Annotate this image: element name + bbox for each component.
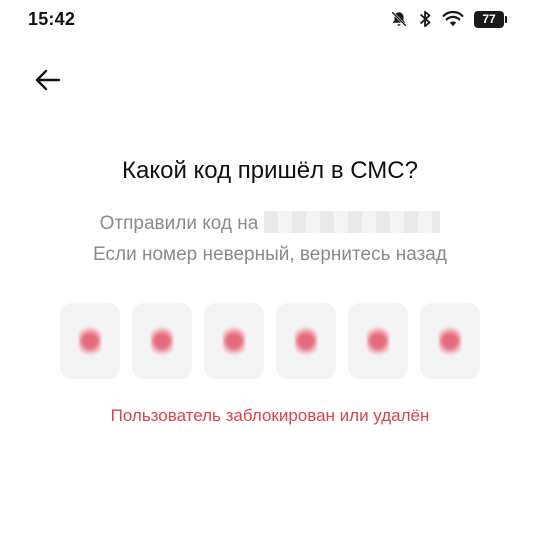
code-digit-masked bbox=[151, 326, 173, 356]
wifi-icon bbox=[442, 10, 464, 28]
status-icons: 77 bbox=[390, 9, 507, 29]
code-input-box[interactable] bbox=[276, 303, 336, 379]
arrow-left-icon bbox=[35, 69, 61, 96]
code-digit-masked bbox=[295, 326, 317, 356]
status-time: 15:42 bbox=[28, 9, 76, 29]
bluetooth-icon bbox=[418, 10, 432, 28]
status-bar: 15:42 77 bbox=[0, 0, 540, 40]
error-message: Пользователь заблокирован или удалён bbox=[110, 406, 430, 425]
back-button[interactable] bbox=[30, 66, 66, 98]
masked-phone-number bbox=[264, 211, 441, 233]
battery-icon: 77 bbox=[474, 10, 507, 28]
subtitle-sent-to: Отправили код на bbox=[0, 211, 540, 235]
code-digit-masked bbox=[367, 326, 389, 356]
subtitle-wrong-number: Если номер неверный, вернитесь назад bbox=[93, 244, 447, 265]
code-digit-masked bbox=[439, 326, 461, 356]
page-title: Какой код пришёл в СМС? bbox=[122, 157, 418, 184]
code-input-box[interactable] bbox=[132, 303, 192, 379]
code-digit-masked bbox=[79, 326, 101, 356]
code-digit-masked bbox=[223, 326, 245, 356]
subtitle-sent-to-label: Отправили код на bbox=[99, 213, 259, 234]
code-input-box[interactable] bbox=[60, 303, 120, 379]
code-input-row bbox=[60, 303, 480, 379]
sms-code-screen: 15:42 77 Какой код пришёл в СМС? Отправи… bbox=[0, 0, 540, 540]
bell-muted-icon bbox=[390, 10, 408, 28]
code-input-box[interactable] bbox=[420, 303, 480, 379]
code-input-box[interactable] bbox=[348, 303, 408, 379]
code-input-box[interactable] bbox=[204, 303, 264, 379]
